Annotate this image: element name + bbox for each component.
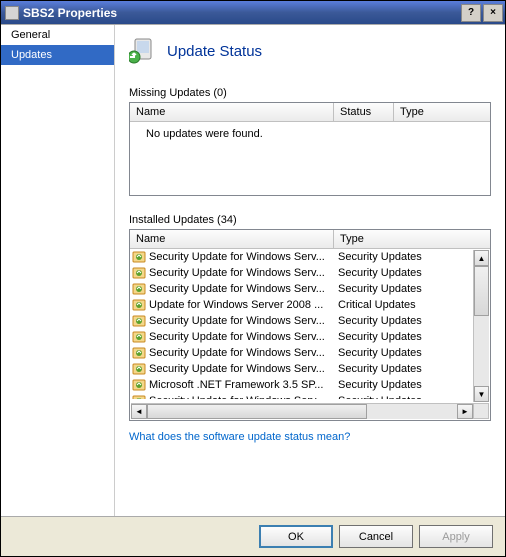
- column-header-type[interactable]: Type: [394, 103, 490, 121]
- list-item[interactable]: Security Update for Windows ServSecurity…: [130, 393, 490, 399]
- dialog-footer: OK Cancel Apply: [1, 516, 505, 556]
- installed-updates-label: Installed Updates (34): [129, 214, 491, 226]
- missing-updates-label: Missing Updates (0): [129, 87, 491, 99]
- update-item-icon: [132, 394, 146, 399]
- update-item-icon: [132, 362, 146, 376]
- help-button[interactable]: ?: [461, 4, 481, 22]
- update-item-type: Security Updates: [338, 251, 488, 263]
- page-title: Update Status: [167, 43, 262, 60]
- list-item[interactable]: Security Update for Windows Serv...Secur…: [130, 249, 490, 265]
- vertical-scrollbar[interactable]: ▲ ▼: [473, 250, 489, 402]
- list-item[interactable]: Security Update for Windows Serv...Secur…: [130, 281, 490, 297]
- sidebar-item-general[interactable]: General: [1, 25, 114, 45]
- update-item-icon: [132, 330, 146, 344]
- horizontal-scroll-thumb[interactable]: [147, 404, 367, 419]
- update-item-icon: [132, 298, 146, 312]
- column-header-status[interactable]: Status: [334, 103, 394, 121]
- missing-empty-message: No updates were found.: [130, 122, 490, 146]
- sidebar-item-label: General: [11, 29, 50, 41]
- list-item[interactable]: Microsoft .NET Framework 3.5 SP...Securi…: [130, 377, 490, 393]
- sidebar: General Updates: [1, 25, 115, 516]
- update-item-icon: [132, 266, 146, 280]
- update-item-icon: [132, 346, 146, 360]
- update-item-icon: [132, 378, 146, 392]
- missing-list-header: Name Status Type: [130, 103, 490, 122]
- system-icon: [5, 6, 19, 20]
- update-item-name: Security Update for Windows Serv...: [149, 315, 335, 327]
- title-bar: SBS2 Properties ? ×: [1, 1, 505, 24]
- update-item-name: Security Update for Windows Serv...: [149, 251, 335, 263]
- scroll-up-button[interactable]: ▲: [474, 250, 489, 266]
- installed-list-header: Name Type: [130, 230, 490, 249]
- sidebar-item-updates[interactable]: Updates: [1, 45, 114, 65]
- content-area: General Updates Update Status Missing Up…: [1, 24, 505, 516]
- update-item-icon: [132, 282, 146, 296]
- help-link[interactable]: What does the software update status mea…: [129, 431, 350, 443]
- list-item[interactable]: Security Update for Windows Serv...Secur…: [130, 345, 490, 361]
- list-item[interactable]: Security Update for Windows Serv...Secur…: [130, 361, 490, 377]
- update-item-name: Security Update for Windows Serv: [149, 395, 335, 399]
- scroll-corner: [473, 403, 489, 419]
- column-header-name[interactable]: Name: [130, 103, 334, 121]
- horizontal-scrollbar[interactable]: ◄ ►: [131, 403, 473, 419]
- update-item-type: Security Updates: [338, 315, 488, 327]
- update-item-type: Security Updates: [338, 267, 488, 279]
- missing-updates-list: Name Status Type No updates were found.: [129, 102, 491, 196]
- list-item[interactable]: Security Update for Windows Serv...Secur…: [130, 265, 490, 281]
- ok-button[interactable]: OK: [259, 525, 333, 548]
- update-item-name: Update for Windows Server 2008 ...: [149, 299, 335, 311]
- list-item[interactable]: Security Update for Windows Serv...Secur…: [130, 329, 490, 345]
- list-item[interactable]: Security Update for Windows Serv...Secur…: [130, 313, 490, 329]
- status-header: Update Status: [129, 37, 491, 65]
- cancel-button[interactable]: Cancel: [339, 525, 413, 548]
- scroll-down-button[interactable]: ▼: [474, 386, 489, 402]
- close-button[interactable]: ×: [483, 4, 503, 22]
- update-item-name: Security Update for Windows Serv...: [149, 331, 335, 343]
- update-item-type: Security Updates: [338, 379, 488, 391]
- column-header-type[interactable]: Type: [334, 230, 490, 248]
- update-item-type: Security Updates: [338, 283, 488, 295]
- update-item-type: Security Updates: [338, 347, 488, 359]
- update-item-name: Security Update for Windows Serv...: [149, 347, 335, 359]
- scroll-left-button[interactable]: ◄: [131, 404, 147, 419]
- installed-updates-list: Name Type Security Update for Windows Se…: [129, 229, 491, 421]
- update-item-icon: [132, 250, 146, 264]
- update-item-type: Critical Updates: [338, 299, 488, 311]
- update-item-type: Security Updates: [338, 363, 488, 375]
- update-item-name: Security Update for Windows Serv...: [149, 283, 335, 295]
- apply-button[interactable]: Apply: [419, 525, 493, 548]
- update-item-type: Security Updates: [338, 395, 488, 399]
- update-item-name: Microsoft .NET Framework 3.5 SP...: [149, 379, 335, 391]
- update-item-name: Security Update for Windows Serv...: [149, 267, 335, 279]
- main-pane: Update Status Missing Updates (0) Name S…: [115, 25, 505, 516]
- vertical-scroll-thumb[interactable]: [474, 266, 489, 316]
- sidebar-item-label: Updates: [11, 49, 52, 61]
- column-header-name[interactable]: Name: [130, 230, 334, 248]
- update-item-name: Security Update for Windows Serv...: [149, 363, 335, 375]
- window-title: SBS2 Properties: [23, 6, 117, 20]
- update-status-icon: [129, 37, 157, 65]
- list-item[interactable]: Update for Windows Server 2008 ...Critic…: [130, 297, 490, 313]
- scroll-right-button[interactable]: ►: [457, 404, 473, 419]
- update-item-type: Security Updates: [338, 331, 488, 343]
- update-item-icon: [132, 314, 146, 328]
